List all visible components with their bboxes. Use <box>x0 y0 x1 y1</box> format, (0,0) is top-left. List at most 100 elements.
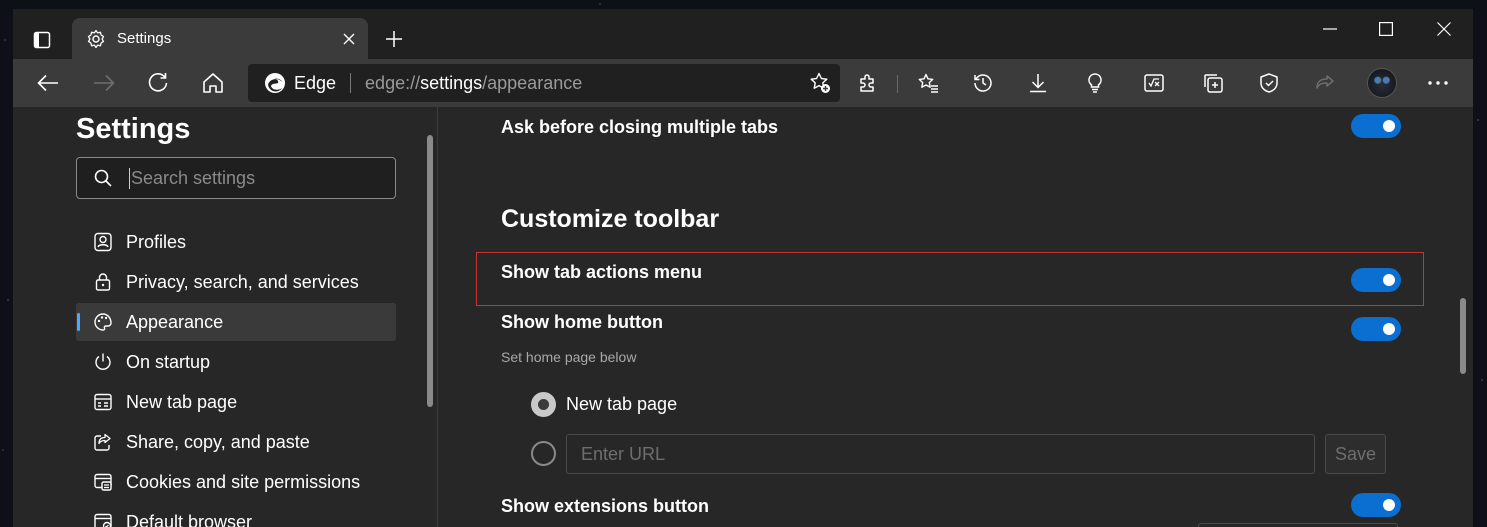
sidebar-item-privacy[interactable]: Privacy, search, and services <box>76 263 396 301</box>
close-window-button[interactable] <box>1425 14 1463 44</box>
forward-button[interactable] <box>88 67 120 99</box>
url-suffix: /appearance <box>482 72 583 93</box>
radio-new-tab-page-label: New tab page <box>566 394 678 414</box>
collections-icon <box>1204 74 1223 93</box>
address-bar[interactable]: Edge edge://settings/appearance <box>248 64 840 102</box>
home-button[interactable] <box>197 67 229 99</box>
share-button[interactable] <box>1309 67 1341 99</box>
sidebar-item-label: Appearance <box>126 311 224 332</box>
sidebar-title: Settings <box>76 113 191 145</box>
lightbulb-icon <box>1088 73 1102 93</box>
sidebar-item-label: Share, copy, and paste <box>126 431 310 452</box>
collections-button[interactable] <box>1197 67 1229 99</box>
sidebar-item-label: New tab page <box>126 391 238 412</box>
share-icon <box>92 431 114 453</box>
sidebar-item-label: Privacy, search, and services <box>126 271 359 292</box>
dropdown-partial[interactable] <box>1198 523 1398 527</box>
favorites-button[interactable] <box>912 67 944 99</box>
lock-icon <box>92 271 114 293</box>
favorites-icon <box>918 73 938 93</box>
minimize-button[interactable] <box>1311 14 1349 44</box>
toolbar-divider <box>897 75 898 93</box>
show-tab-actions-toggle[interactable] <box>1351 268 1401 292</box>
add-favorite-icon <box>810 72 830 93</box>
palette-icon <box>92 311 114 333</box>
url-main: settings <box>420 72 483 93</box>
more-dots-icon <box>1428 81 1448 85</box>
sidebar-item-share-copy-paste[interactable]: Share, copy, and paste <box>76 423 396 461</box>
refresh-icon <box>148 73 168 92</box>
newtab-page-icon <box>92 391 114 413</box>
profile-avatar[interactable] <box>1367 68 1397 98</box>
browser-window: Settings Edge edge://settings/appearance… <box>13 9 1473 527</box>
settings-content: Settings Profiles Privacy, search, and s… <box>13 107 1473 527</box>
show-tab-actions-label: Show tab actions menu <box>501 262 703 282</box>
settings-sidebar: Settings Profiles Privacy, search, and s… <box>13 107 437 527</box>
sidebar-item-label: On startup <box>126 351 211 372</box>
add-favorite-button[interactable] <box>806 69 834 97</box>
sidebar-item-appearance[interactable]: Appearance <box>76 303 396 341</box>
more-menu-button[interactable] <box>1422 67 1454 99</box>
back-button[interactable] <box>32 67 64 99</box>
main-scrollbar[interactable] <box>1460 298 1466 374</box>
save-button[interactable]: Save <box>1325 434 1386 474</box>
math-solver-button[interactable] <box>1138 67 1170 99</box>
history-button[interactable] <box>967 67 999 99</box>
home-icon <box>203 73 223 93</box>
puzzle-icon <box>860 74 874 92</box>
address-separator <box>350 73 352 93</box>
ask-before-closing-toggle[interactable] <box>1351 114 1401 138</box>
search-settings-box[interactable] <box>76 157 396 199</box>
close-tab-icon[interactable] <box>338 28 360 50</box>
tab-bar: Settings <box>13 9 1473 59</box>
new-tab-button[interactable] <box>380 25 408 53</box>
ask-before-closing-label: Ask before closing multiple tabs <box>501 117 779 137</box>
tab-actions-button[interactable] <box>24 24 60 56</box>
section-title-customize-toolbar: Customize toolbar <box>501 205 720 233</box>
browser-toolbar: Edge edge://settings/appearance <box>13 59 1473 107</box>
close-icon <box>1437 22 1451 36</box>
settings-main-pane: Ask before closing multiple tabs Customi… <box>438 107 1473 527</box>
url-text[interactable]: edge://settings/appearance <box>365 73 806 94</box>
download-icon <box>1030 74 1046 93</box>
radio-new-tab-page[interactable] <box>531 392 556 417</box>
refresh-button[interactable] <box>142 67 174 99</box>
tab-settings[interactable]: Settings <box>72 18 368 59</box>
power-icon <box>92 351 114 373</box>
tips-button[interactable] <box>1079 67 1111 99</box>
share-icon <box>1316 75 1334 89</box>
search-input[interactable] <box>129 167 379 189</box>
show-home-button-label: Show home button <box>501 312 663 332</box>
cookies-icon <box>92 471 114 493</box>
set-home-page-hint: Set home page below <box>501 349 637 365</box>
browser-essentials-button[interactable] <box>1253 67 1285 99</box>
maximize-icon <box>1379 22 1393 36</box>
heart-shield-icon <box>1260 73 1278 93</box>
url-prefix: edge:// <box>365 72 421 93</box>
math-solver-icon <box>1144 74 1164 92</box>
downloads-button[interactable] <box>1022 67 1054 99</box>
tab-actions-icon <box>33 31 51 49</box>
show-home-button-toggle[interactable] <box>1351 317 1401 341</box>
profile-icon <box>92 231 114 253</box>
plus-icon <box>386 31 402 47</box>
back-arrow-icon <box>37 74 58 92</box>
sidebar-item-label: Profiles <box>126 231 187 252</box>
search-icon <box>93 168 113 188</box>
edge-logo-icon <box>265 73 285 93</box>
sidebar-scrollbar[interactable] <box>427 135 433 407</box>
edge-label: Edge <box>294 72 337 93</box>
forward-arrow-icon <box>94 74 115 92</box>
maximize-button[interactable] <box>1367 14 1405 44</box>
radio-custom-url[interactable] <box>531 441 556 466</box>
sidebar-item-new-tab-page[interactable]: New tab page <box>76 383 396 421</box>
show-extensions-button-toggle[interactable] <box>1351 493 1401 517</box>
tab-title: Settings <box>117 30 172 47</box>
sidebar-item-on-startup[interactable]: On startup <box>76 343 396 381</box>
sidebar-item-profiles[interactable]: Profiles <box>76 223 396 261</box>
home-url-input[interactable] <box>566 434 1315 474</box>
history-icon <box>974 74 992 92</box>
extensions-button[interactable] <box>852 67 884 99</box>
sidebar-item-cookies[interactable]: Cookies and site permissions <box>76 463 396 501</box>
sidebar-item-default-browser[interactable]: Default browser <box>76 503 396 527</box>
